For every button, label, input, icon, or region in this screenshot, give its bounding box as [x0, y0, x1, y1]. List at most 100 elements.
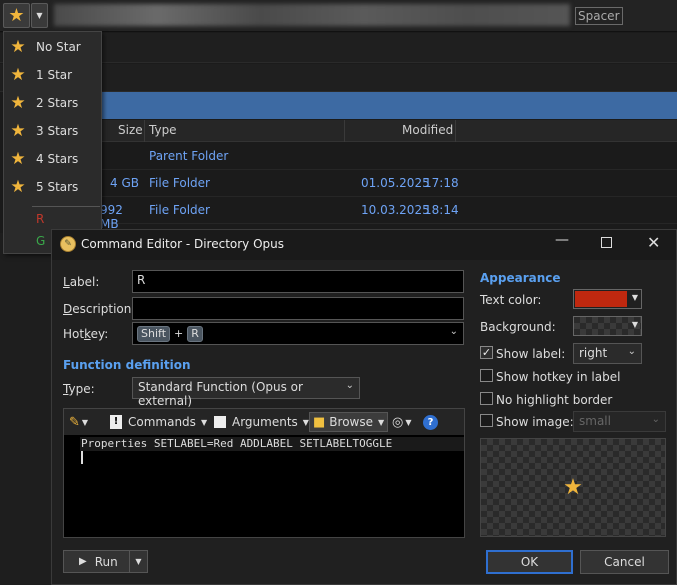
- ok-button[interactable]: OK: [486, 550, 573, 574]
- menu-separator: [32, 206, 100, 207]
- label-caption: Label:: [63, 275, 100, 289]
- star-icon: ★: [10, 65, 26, 85]
- row-type: File Folder: [149, 176, 210, 190]
- chevron-down-icon: ▼: [200, 417, 208, 427]
- chevron-down-icon: ⌄: [627, 346, 636, 357]
- show-hotkey-checkbox[interactable]: [480, 369, 493, 382]
- label-input[interactable]: R: [132, 270, 464, 293]
- chevron-down-icon: ⌄: [651, 414, 660, 425]
- column-header: Size Type Modified: [100, 120, 677, 142]
- chevron-down-icon: ▼: [405, 417, 412, 427]
- no-highlight-border-checkbox[interactable]: [480, 392, 493, 405]
- table-row[interactable]: Parent Folder: [100, 143, 677, 170]
- column-modified[interactable]: Modified: [402, 123, 453, 137]
- left-panel: [0, 233, 51, 585]
- blurred-toolbar-area: [54, 4, 570, 26]
- browse-menu-button[interactable]: ■ Browse ▼: [309, 412, 389, 432]
- chevron-down-icon: ▼: [378, 417, 385, 427]
- show-label-caption: Show label:: [496, 347, 566, 361]
- help-icon: ?: [423, 414, 438, 430]
- row-date: 01.05.2025: [361, 176, 430, 190]
- star-icon: ★: [10, 177, 26, 197]
- star-dropdown-arrow[interactable]: ▼: [31, 3, 48, 28]
- commands-menu-button[interactable]: ! Commands ▼: [110, 412, 207, 432]
- row-type: File Folder: [149, 203, 210, 217]
- column-divider: [144, 120, 145, 142]
- column-divider: [344, 120, 345, 142]
- description-input[interactable]: [132, 297, 464, 320]
- editor-toolbar: ✎ ▼ ! Commands ▼ Arguments ▼ ■ Browse ▼ ◎ ▼ ?: [64, 409, 464, 435]
- run-button[interactable]: ▶ Run: [63, 550, 131, 573]
- opus-app-icon: ✎: [60, 236, 76, 252]
- dialog-titlebar[interactable]: ✎ Command Editor - Directory Opus — ✕: [52, 230, 676, 260]
- arguments-icon: [214, 416, 226, 428]
- star-toolbar-button[interactable]: ★: [3, 3, 30, 28]
- menu-item-1-star[interactable]: ★ 1 Star: [4, 61, 101, 89]
- text-cursor: [81, 451, 83, 464]
- checkmark-icon: ✓: [481, 346, 492, 359]
- menu-item-green-label[interactable]: G: [36, 234, 45, 248]
- star-icon: ★: [8, 4, 25, 26]
- menu-item-5-stars[interactable]: ★ 5 Stars: [4, 173, 101, 201]
- row-type: Parent Folder: [149, 149, 229, 163]
- path-bar[interactable]: [100, 92, 677, 119]
- show-image-size-dropdown[interactable]: small ⌄: [573, 411, 666, 432]
- background-caption: Background:: [480, 320, 556, 334]
- close-icon[interactable]: ✕: [647, 233, 660, 252]
- text-color-picker[interactable]: ▼: [573, 289, 642, 309]
- row-time: 18:14: [424, 203, 459, 217]
- star-icon: ★: [10, 93, 26, 113]
- hotkey-key-r: R: [187, 325, 203, 342]
- background-color-picker[interactable]: ▼: [573, 316, 642, 336]
- hotkey-input[interactable]: Shift + R ⌄: [132, 322, 464, 345]
- show-image-caption: Show image:: [496, 415, 574, 429]
- column-type[interactable]: Type: [149, 123, 177, 137]
- table-row[interactable]: 992 MB File Folder 10.03.2025 18:14: [100, 197, 677, 231]
- maximize-icon[interactable]: [601, 237, 612, 248]
- folder-icon: ■: [313, 414, 326, 430]
- hotkey-plus: +: [174, 327, 184, 340]
- help-button[interactable]: ?: [423, 412, 438, 432]
- command-editor-dialog: ✎ Command Editor - Directory Opus — ✕ La…: [51, 229, 677, 585]
- dialog-title: Command Editor - Directory Opus: [81, 237, 285, 251]
- chevron-down-icon: ▼: [631, 320, 638, 329]
- cancel-button[interactable]: Cancel: [580, 550, 669, 574]
- command-text: Properties SETLABEL=Red ADDLABEL SETLABE…: [81, 437, 393, 450]
- play-icon: ▶: [79, 556, 87, 567]
- button-preview: ★: [480, 438, 666, 537]
- type-dropdown[interactable]: Standard Function (Opus or external) ⌄: [132, 377, 360, 408]
- arguments-menu-button[interactable]: Arguments ▼: [214, 412, 309, 432]
- column-divider: [455, 120, 456, 142]
- show-hotkey-caption: Show hotkey in label: [496, 370, 621, 384]
- type-caption: Type:: [63, 382, 95, 396]
- star-icon: ★: [10, 37, 26, 57]
- show-image-value: small: [579, 414, 611, 428]
- star-menu: ★ No Star ★ 1 Star ★ 2 Stars ★ 3 Stars ★ 4 St…: [3, 31, 102, 254]
- column-size[interactable]: Size: [118, 123, 143, 137]
- run-dropdown-button[interactable]: ▼: [129, 550, 148, 573]
- chevron-down-icon: ▼: [631, 293, 638, 302]
- show-label-position-dropdown[interactable]: right ⌄: [573, 343, 642, 364]
- menu-item-no-star[interactable]: ★ No Star: [4, 33, 101, 61]
- show-label-checkbox[interactable]: ✓: [480, 346, 493, 359]
- star-icon: ★: [563, 474, 583, 500]
- row-time: 17:18: [424, 176, 459, 190]
- appearance-header: Appearance: [480, 271, 561, 285]
- pencil-icon: ✎: [69, 414, 80, 430]
- spacer-label: Spacer: [575, 7, 623, 25]
- show-image-checkbox[interactable]: [480, 414, 493, 427]
- hotkey-key-shift: Shift: [137, 325, 171, 342]
- chevron-down-icon: ⌄: [345, 380, 354, 391]
- text-color-swatch: [575, 291, 627, 307]
- evaluator-menu-button[interactable]: ◎ ▼: [392, 412, 412, 432]
- menu-item-4-stars[interactable]: ★ 4 Stars: [4, 145, 101, 173]
- menu-item-3-stars[interactable]: ★ 3 Stars: [4, 117, 101, 145]
- show-label-value: right: [579, 346, 608, 360]
- menu-item-2-stars[interactable]: ★ 2 Stars: [4, 89, 101, 117]
- table-row[interactable]: 4 GB File Folder 01.05.2025 17:18: [100, 170, 677, 197]
- edit-icon-button[interactable]: ✎ ▼: [69, 412, 88, 432]
- menu-item-red-label[interactable]: R: [36, 212, 44, 226]
- minimize-icon[interactable]: —: [555, 232, 569, 248]
- command-editor[interactable]: ✎ ▼ ! Commands ▼ Arguments ▼ ■ Browse ▼ ◎ ▼ ? P…: [63, 408, 465, 538]
- row-date: 10.03.2025: [361, 203, 430, 217]
